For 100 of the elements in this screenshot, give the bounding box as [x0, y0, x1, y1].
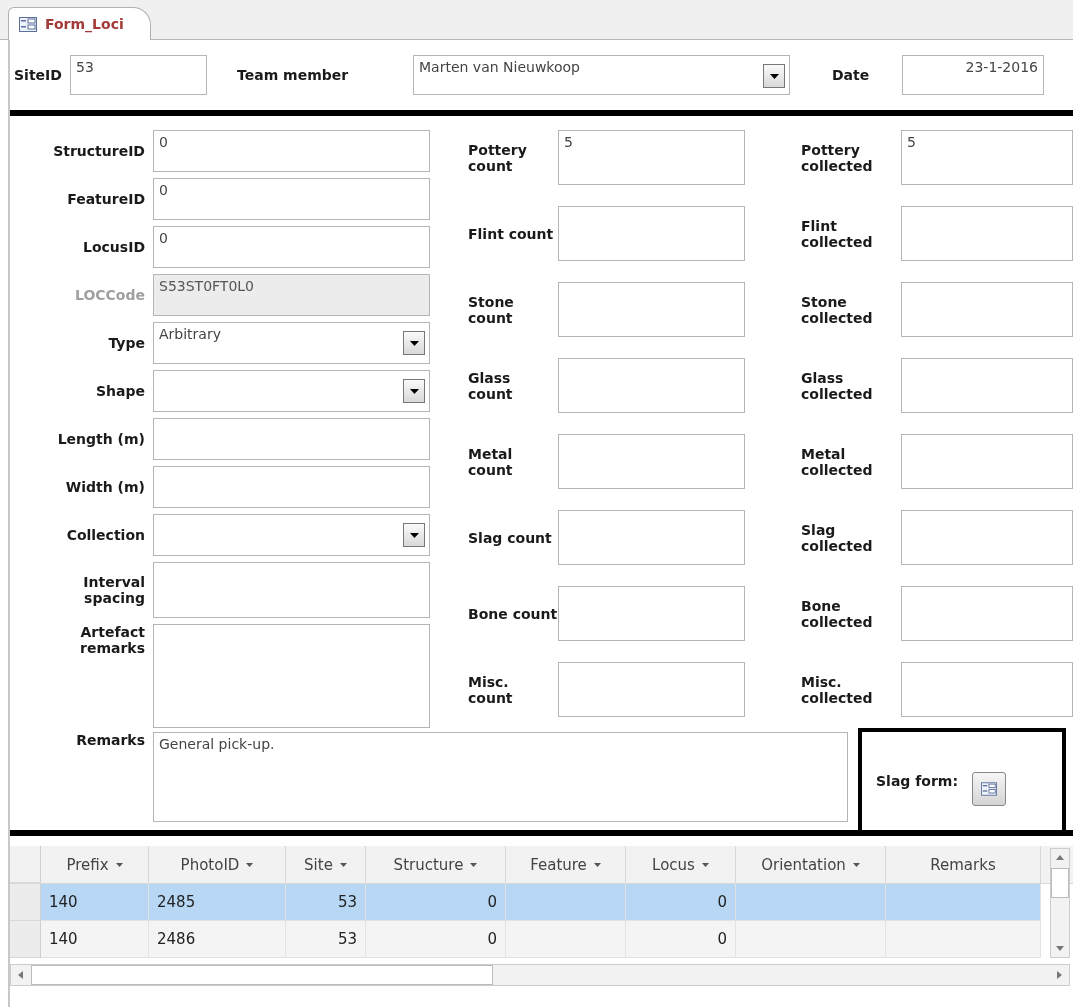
dropdown-button[interactable]: [763, 64, 785, 88]
field-label: Width (m): [64, 479, 145, 495]
field-label: Flint count: [468, 225, 555, 242]
table-cell: 0: [366, 921, 506, 958]
caret-icon: [769, 73, 779, 79]
caret-icon: [409, 532, 419, 538]
text-field[interactable]: [558, 586, 745, 641]
caret-icon: [470, 862, 478, 867]
field-label: Glass collected: [801, 369, 874, 402]
field-label: Bone collected: [801, 597, 874, 630]
column-header[interactable]: Locus: [626, 846, 736, 883]
caret-icon: [593, 862, 601, 867]
scroll-down-icon: [1056, 946, 1064, 951]
remarks-field[interactable]: General pick-up.: [153, 732, 848, 822]
field-label: Pottery collected: [801, 141, 874, 174]
field-label: Slag form:: [876, 773, 959, 789]
field-label: Glass count: [468, 369, 514, 402]
text-field[interactable]: [558, 358, 745, 413]
table-cell: 2485: [149, 884, 286, 921]
text-field[interactable]: [153, 418, 430, 460]
caret-icon: [339, 862, 347, 867]
team-member-combo[interactable]: Marten van Nieuwkoop: [413, 55, 790, 95]
text-field[interactable]: 5: [558, 130, 745, 185]
column-header[interactable]: Orientation: [736, 846, 886, 883]
field-label: Slag count: [468, 529, 553, 546]
field-label: Flint collected: [801, 217, 874, 250]
dropdown-button[interactable]: [403, 523, 425, 547]
text-field[interactable]: 5: [901, 130, 1073, 185]
table-cell: 0: [626, 884, 736, 921]
field-label: Stone count: [468, 293, 515, 326]
text-field[interactable]: [901, 586, 1073, 641]
field-label: Stone collected: [801, 293, 874, 326]
scroll-left-icon: [18, 971, 23, 979]
combo-box[interactable]: Arbitrary: [153, 322, 430, 364]
form-tab[interactable]: Form_Loci: [8, 7, 151, 40]
scroll-up-icon: [1056, 855, 1064, 860]
field-label: LOCCode: [74, 287, 145, 303]
field-label: Interval spacing: [82, 574, 145, 606]
site-id-field[interactable]: 53: [70, 55, 207, 95]
text-field[interactable]: 0: [153, 178, 430, 220]
table-cell: 0: [366, 884, 506, 921]
text-field[interactable]: [558, 434, 745, 489]
field-label: StructureID: [52, 143, 145, 159]
text-field[interactable]: [901, 206, 1073, 261]
field-label: Slag collected: [801, 521, 874, 554]
text-field[interactable]: [153, 624, 430, 728]
column-header[interactable]: Structure: [366, 846, 506, 883]
dropdown-button[interactable]: [403, 379, 425, 403]
column-header[interactable]: Site: [286, 846, 366, 883]
field-label: Metal count: [468, 445, 514, 478]
column-header[interactable]: Prefix: [41, 846, 149, 883]
field-label: Misc. count: [468, 673, 514, 706]
horizontal-scrollbar[interactable]: [10, 964, 1070, 986]
field-label: Type: [107, 335, 145, 351]
field-label: Bone count: [468, 605, 558, 622]
dropdown-button[interactable]: [403, 331, 425, 355]
form-button[interactable]: [972, 772, 1007, 806]
caret-icon: [409, 388, 419, 394]
vertical-scrollbar[interactable]: [1050, 848, 1070, 958]
column-header[interactable]: Remarks: [886, 846, 1041, 883]
field-label: Collection: [65, 527, 145, 543]
field-label: Team member: [237, 67, 350, 83]
table-cell: 0: [626, 921, 736, 958]
text-field[interactable]: [901, 282, 1073, 337]
table-cell: 2486: [149, 921, 286, 958]
select-all-corner[interactable]: [10, 846, 41, 883]
field-label: Pottery count: [468, 141, 528, 174]
table-cell: 140: [41, 884, 149, 921]
column-header[interactable]: PhotoID: [149, 846, 286, 883]
text-field[interactable]: [901, 434, 1073, 489]
caret-icon: [115, 862, 123, 867]
field-label: LocusID: [82, 239, 145, 255]
row-selector[interactable]: [10, 884, 41, 921]
text-field[interactable]: [153, 562, 430, 618]
column-header[interactable]: Feature: [506, 846, 626, 883]
text-field[interactable]: [558, 662, 745, 717]
field-label: FeatureID: [66, 191, 145, 207]
field-label: Metal collected: [801, 445, 874, 478]
text-field[interactable]: [153, 466, 430, 508]
row-selector[interactable]: [10, 921, 41, 958]
text-field[interactable]: [901, 510, 1073, 565]
field-label: Length (m): [56, 431, 145, 447]
table-cell: 140: [41, 921, 149, 958]
form-icon: [19, 16, 37, 32]
field-label: Date: [832, 67, 871, 83]
caret-icon: [246, 862, 254, 867]
form-icon: [981, 782, 998, 796]
text-field[interactable]: [901, 662, 1073, 717]
text-field[interactable]: [558, 282, 745, 337]
field-label: Remarks: [75, 731, 145, 750]
scroll-right-icon: [1057, 971, 1062, 979]
text-field[interactable]: [901, 358, 1073, 413]
text-field[interactable]: 0: [153, 226, 430, 268]
date-field[interactable]: 23-1-2016: [902, 55, 1044, 95]
caret-icon: [701, 862, 709, 867]
text-field[interactable]: 0: [153, 130, 430, 172]
text-field[interactable]: [558, 206, 745, 261]
field-label: Misc. collected: [801, 673, 874, 706]
table-cell: 53: [286, 884, 366, 921]
text-field[interactable]: [558, 510, 745, 565]
